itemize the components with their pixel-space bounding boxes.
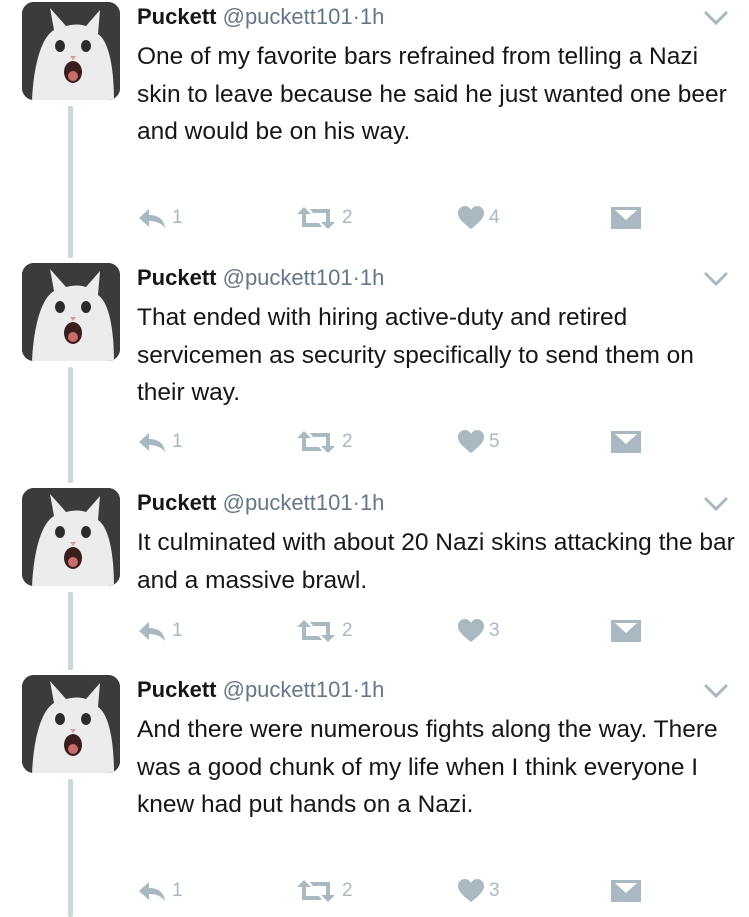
retweet-count: 2 — [342, 620, 353, 641]
like-count: 4 — [489, 207, 500, 228]
reply-count: 1 — [172, 620, 183, 641]
reply-icon — [139, 622, 165, 641]
reply-button[interactable]: 1 — [137, 428, 183, 456]
cat-avatar-image — [22, 675, 120, 773]
envelope-icon — [611, 620, 641, 642]
author-name[interactable]: Puckett — [137, 4, 216, 29]
thread-line — [68, 106, 73, 258]
retweet-button[interactable]: 2 — [295, 877, 353, 905]
like-button[interactable]: 3 — [458, 617, 500, 645]
reply-icon — [139, 209, 165, 228]
like-count: 3 — [489, 620, 500, 641]
direct-message-button[interactable] — [611, 428, 641, 456]
retweet-count: 2 — [342, 431, 353, 452]
tweet-header: Puckett @puckett101·1h — [137, 4, 384, 30]
avatar[interactable] — [22, 488, 120, 586]
action-bar: 1 2 5 — [0, 428, 749, 456]
retweet-button[interactable]: 2 — [295, 204, 353, 232]
like-button[interactable]: 4 — [458, 204, 500, 232]
tweet-text: And there were numerous fights along the… — [137, 716, 718, 818]
direct-message-button[interactable] — [611, 617, 641, 645]
envelope-icon — [611, 880, 641, 902]
tweet-text: It culminated with about 20 Nazi skins a… — [137, 529, 735, 594]
timeline: Puckett @puckett101·1h One of my favorit… — [0, 0, 749, 917]
like-count: 3 — [489, 880, 500, 901]
envelope-icon — [611, 207, 641, 229]
direct-message-button[interactable] — [611, 204, 641, 232]
thread-line — [68, 367, 73, 483]
action-bar: 1 2 3 — [0, 877, 749, 905]
avatar[interactable] — [22, 263, 120, 361]
heart-icon — [458, 430, 484, 453]
chevron-down-icon[interactable] — [703, 8, 729, 28]
separator: · — [352, 265, 360, 290]
retweet-count: 2 — [342, 207, 353, 228]
tweet-header: Puckett @puckett101·1h — [137, 490, 384, 516]
avatar[interactable] — [22, 2, 120, 100]
chevron-down-icon[interactable] — [703, 269, 729, 289]
reply-icon — [139, 433, 165, 452]
tweet-text: One of my favorite bars refrained from t… — [137, 43, 727, 145]
retweet-count: 2 — [342, 880, 353, 901]
envelope-icon — [611, 431, 641, 453]
timestamp[interactable]: 1h — [360, 265, 384, 290]
timestamp[interactable]: 1h — [360, 677, 384, 702]
heart-icon — [458, 879, 484, 902]
author-handle[interactable]: @puckett101 — [223, 677, 353, 702]
heart-icon — [458, 619, 484, 642]
retweet-button[interactable]: 2 — [295, 428, 353, 456]
author-handle[interactable]: @puckett101 — [223, 265, 353, 290]
like-count: 5 — [489, 431, 500, 452]
tweet-header: Puckett @puckett101·1h — [137, 265, 384, 291]
author-name[interactable]: Puckett — [137, 677, 216, 702]
like-button[interactable]: 5 — [458, 428, 500, 456]
separator: · — [352, 677, 360, 702]
separator: · — [352, 490, 360, 515]
action-bar: 1 2 4 — [0, 204, 749, 232]
timestamp[interactable]: 1h — [360, 4, 384, 29]
avatar[interactable] — [22, 675, 120, 773]
heart-icon — [458, 206, 484, 229]
direct-message-button[interactable] — [611, 877, 641, 905]
chevron-down-icon[interactable] — [703, 494, 729, 514]
action-bar: 1 2 3 — [0, 617, 749, 645]
author-name[interactable]: Puckett — [137, 490, 216, 515]
reply-button[interactable]: 1 — [137, 617, 183, 645]
cat-avatar-image — [22, 2, 120, 100]
timestamp[interactable]: 1h — [360, 490, 384, 515]
tweet-text: That ended with hiring active-duty and r… — [137, 304, 694, 406]
cat-avatar-image — [22, 488, 120, 586]
chevron-down-icon[interactable] — [703, 681, 729, 701]
cat-avatar-image — [22, 263, 120, 361]
retweet-icon — [297, 620, 335, 642]
reply-count: 1 — [172, 207, 183, 228]
reply-button[interactable]: 1 — [137, 877, 183, 905]
author-handle[interactable]: @puckett101 — [223, 490, 353, 515]
author-handle[interactable]: @puckett101 — [223, 4, 353, 29]
reply-button[interactable]: 1 — [137, 204, 183, 232]
author-name[interactable]: Puckett — [137, 265, 216, 290]
retweet-icon — [297, 880, 335, 902]
retweet-icon — [297, 207, 335, 229]
retweet-icon — [297, 431, 335, 453]
tweet-header: Puckett @puckett101·1h — [137, 677, 384, 703]
reply-icon — [139, 882, 165, 901]
reply-count: 1 — [172, 431, 183, 452]
retweet-button[interactable]: 2 — [295, 617, 353, 645]
separator: · — [352, 4, 360, 29]
like-button[interactable]: 3 — [458, 877, 500, 905]
reply-count: 1 — [172, 880, 183, 901]
